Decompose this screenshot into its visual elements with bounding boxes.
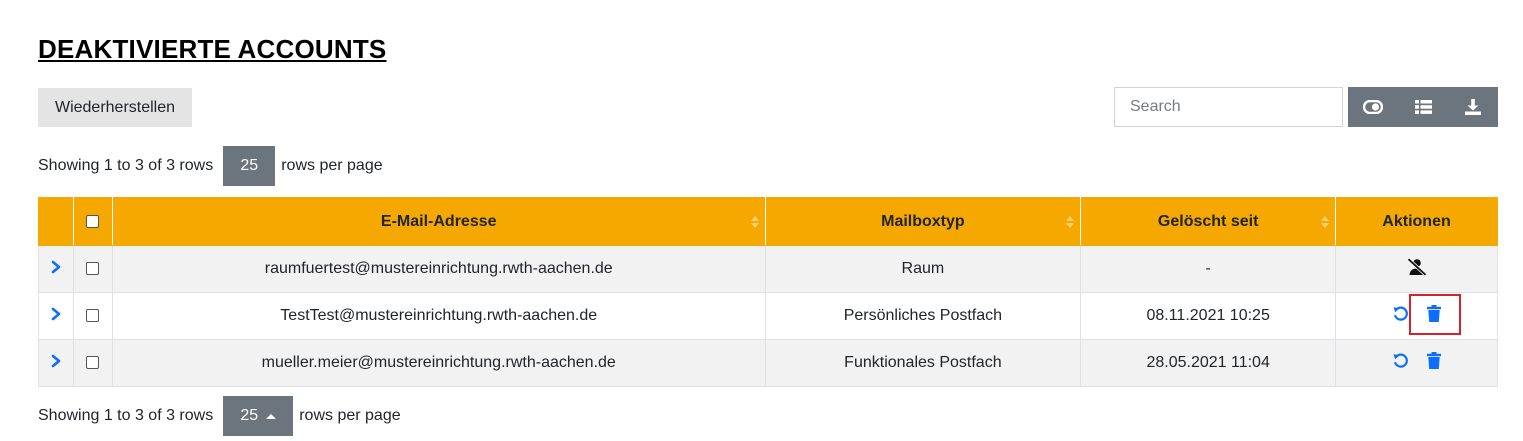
sort-icon	[1321, 215, 1330, 228]
page-size-value: 25	[240, 407, 259, 424]
sort-icon	[1066, 215, 1075, 228]
table-row: TestTest@mustereinrichtung.rwth-aachen.d…	[38, 292, 1498, 340]
email-cell: mueller.meier@mustereinrichtung.rwth-aac…	[111, 339, 766, 387]
header-select-all[interactable]	[72, 197, 113, 246]
user-slash-icon[interactable]	[1406, 257, 1428, 276]
expand-row-button[interactable]	[51, 307, 61, 321]
table-row: raumfuertest@mustereinrichtung.rwth-aach…	[38, 245, 1498, 293]
undo-icon[interactable]	[1393, 353, 1409, 369]
page-size-button[interactable]: 25	[223, 146, 276, 186]
table-row: mueller.meier@mustereinrichtung.rwth-aac…	[38, 339, 1498, 387]
search-input[interactable]	[1114, 87, 1343, 127]
row-checkbox[interactable]	[86, 262, 100, 276]
mailbox-type-cell: Funktionales Postfach	[764, 339, 1082, 387]
download-icon	[1465, 99, 1481, 115]
rows-per-page-label: rows per page	[299, 407, 401, 424]
table-header-row: E-Mail-Adresse Mailboxtyp Gelöscht seit …	[38, 197, 1498, 246]
page-size-dropdown[interactable]: 25	[223, 396, 294, 436]
caret-up-icon	[266, 413, 277, 419]
deleted-since-cell: -	[1080, 245, 1337, 293]
header-actions: Aktionen	[1335, 197, 1498, 246]
toggle-view-button[interactable]	[1348, 87, 1398, 127]
actions-cell	[1335, 245, 1498, 293]
chevron-right-icon	[51, 260, 61, 273]
export-button[interactable]	[1448, 87, 1498, 127]
table-toolbar	[1348, 87, 1498, 127]
expand-row-button[interactable]	[51, 260, 61, 274]
trash-icon[interactable]	[1426, 305, 1441, 323]
restore-button[interactable]: Wiederherstellen	[38, 88, 192, 127]
header-email[interactable]: E-Mail-Adresse	[111, 197, 766, 246]
trash-icon[interactable]	[1426, 352, 1441, 370]
chevron-right-icon	[51, 354, 61, 367]
deleted-since-cell: 28.05.2021 11:04	[1080, 339, 1337, 387]
sort-icon	[750, 215, 759, 228]
email-cell: raumfuertest@mustereinrichtung.rwth-aach…	[111, 245, 766, 293]
row-checkbox[interactable]	[86, 309, 100, 323]
deleted-since-cell: 08.11.2021 10:25	[1080, 292, 1337, 340]
mailbox-type-cell: Raum	[764, 245, 1082, 293]
rows-per-page-label: rows per page	[281, 157, 383, 174]
page-title: DEAKTIVIERTE ACCOUNTS	[38, 34, 387, 64]
chevron-right-icon	[51, 307, 61, 320]
accounts-table: E-Mail-Adresse Mailboxtyp Gelöscht seit …	[38, 197, 1498, 387]
pagination-summary: Showing 1 to 3 of 3 rows	[38, 407, 214, 424]
pagination-summary: Showing 1 to 3 of 3 rows	[38, 157, 214, 174]
select-all-checkbox[interactable]	[86, 214, 100, 228]
toggle-icon	[1363, 100, 1383, 114]
header-expand	[38, 197, 74, 246]
page-size-value: 25	[240, 157, 259, 174]
undo-icon[interactable]	[1393, 306, 1409, 322]
email-cell: TestTest@mustereinrichtung.rwth-aachen.d…	[111, 292, 766, 340]
header-deleted-since[interactable]: Gelöscht seit	[1080, 197, 1337, 246]
actions-cell	[1335, 292, 1498, 340]
expand-row-button[interactable]	[51, 354, 61, 368]
pagination-info-top: Showing 1 to 3 of 3 rows 25 rows per pag…	[38, 146, 383, 186]
header-mailbox-type[interactable]: Mailboxtyp	[764, 197, 1082, 246]
mailbox-type-cell: Persönliches Postfach	[764, 292, 1082, 340]
columns-button[interactable]	[1398, 87, 1448, 127]
pagination-info-bottom: Showing 1 to 3 of 3 rows 25 rows per pag…	[38, 396, 401, 436]
row-checkbox[interactable]	[86, 356, 100, 370]
columns-list-icon	[1414, 100, 1432, 114]
actions-cell	[1335, 339, 1498, 387]
